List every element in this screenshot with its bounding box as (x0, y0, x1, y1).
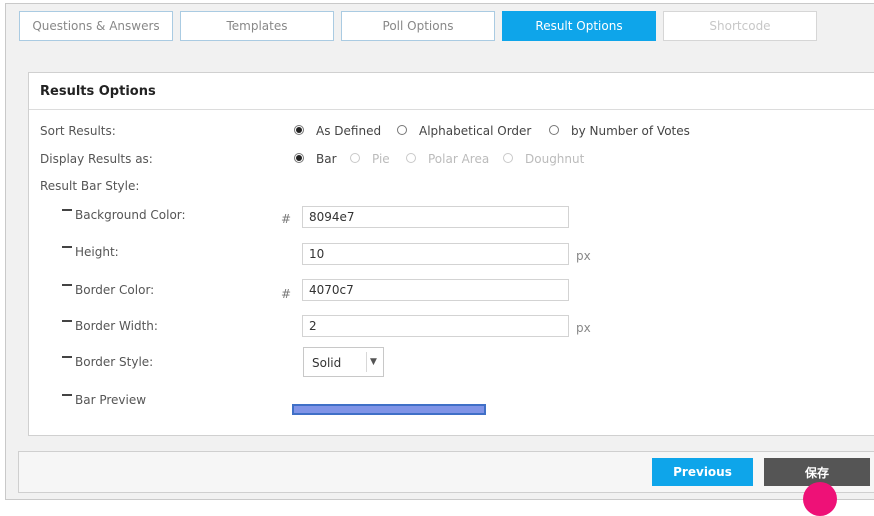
background-color-dash (62, 209, 72, 211)
chevron-down-icon: ▼ (366, 352, 380, 372)
background-color-label: Background Color: (75, 208, 186, 222)
previous-button[interactable]: Previous (652, 458, 753, 486)
tab-poll-options[interactable]: Poll Options (341, 11, 495, 41)
height-input[interactable] (302, 243, 569, 265)
sort-alphabetical-option[interactable]: Alphabetical Order (419, 124, 531, 138)
tab-templates[interactable]: Templates (180, 11, 334, 41)
display-pie-radio (350, 153, 360, 163)
sort-as-defined-radio[interactable] (294, 125, 304, 135)
border-width-dash (62, 320, 72, 322)
border-style-dash (62, 356, 72, 358)
border-color-dash (62, 284, 72, 286)
border-color-label: Border Color: (75, 283, 155, 297)
height-unit: px (576, 249, 591, 263)
tab-shortcode: Shortcode (663, 11, 817, 41)
sort-alphabetical-radio[interactable] (397, 125, 407, 135)
border-style-value: Solid (312, 356, 342, 370)
display-pie-option: Pie (372, 152, 390, 166)
border-color-hash: # (281, 287, 292, 301)
height-dash (62, 246, 72, 248)
panel-header: Results Options (29, 73, 874, 110)
tab-questions-answers[interactable]: Questions & Answers (19, 11, 173, 41)
height-label: Height: (75, 245, 119, 259)
border-width-input[interactable] (302, 315, 569, 337)
display-polar-area-radio (406, 153, 416, 163)
sort-results-label: Sort Results: (40, 124, 116, 138)
display-doughnut-radio (503, 153, 513, 163)
display-doughnut-option: Doughnut (525, 152, 585, 166)
background-color-hash: # (281, 212, 292, 226)
display-bar-option[interactable]: Bar (316, 152, 337, 166)
bar-preview (292, 404, 486, 415)
border-style-select[interactable]: Solid ▼ (303, 347, 384, 377)
display-bar-radio[interactable] (294, 153, 304, 163)
panel-title: Results Options (40, 84, 156, 99)
sort-by-votes-option[interactable]: by Number of Votes (571, 124, 690, 138)
border-color-input[interactable] (302, 279, 569, 301)
border-width-unit: px (576, 321, 591, 335)
result-bar-style-label: Result Bar Style: (40, 179, 140, 193)
sort-by-votes-radio[interactable] (549, 125, 559, 135)
border-style-label: Border Style: (75, 355, 154, 369)
bar-preview-dash (62, 394, 72, 396)
bar-preview-label: Bar Preview (75, 393, 147, 407)
tab-result-options[interactable]: Result Options (502, 11, 656, 41)
display-results-label: Display Results as: (40, 152, 153, 166)
sort-as-defined-option[interactable]: As Defined (316, 124, 381, 138)
display-polar-area-option: Polar Area (428, 152, 490, 166)
click-indicator-dot (803, 482, 837, 516)
background-color-input[interactable] (302, 206, 569, 228)
border-width-label: Border Width: (75, 319, 158, 333)
